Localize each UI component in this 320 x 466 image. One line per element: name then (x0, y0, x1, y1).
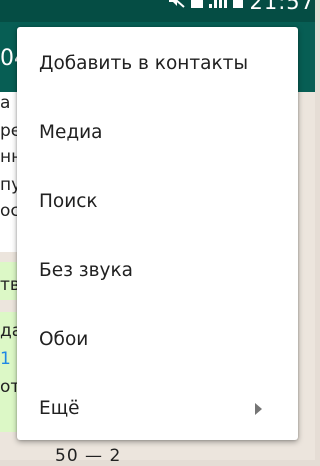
menu-item-search[interactable]: Поиск (17, 167, 298, 236)
date-divider-text: 50 — 2 (55, 446, 122, 466)
message-text: 1 (0, 349, 11, 369)
overflow-menu: Добавить в контакты Медиа Поиск Без звук… (17, 27, 298, 440)
status-bar: 21:57 (0, 0, 315, 22)
menu-item-label: Поиск (39, 191, 98, 212)
message-text: а (0, 93, 11, 113)
menu-item-mute[interactable]: Без звука (17, 236, 298, 305)
menu-item-add-to-contacts[interactable]: Добавить в контакты (17, 29, 298, 98)
menu-item-label: Медиа (39, 122, 103, 143)
menu-item-more[interactable]: Ещё (17, 374, 298, 443)
battery-icon (233, 0, 244, 12)
sim-icon (191, 0, 204, 12)
mute-icon (167, 0, 186, 12)
menu-item-media[interactable]: Медиа (17, 98, 298, 167)
menu-item-label: Добавить в контакты (39, 53, 249, 74)
menu-item-label: Без звука (39, 260, 133, 281)
status-icons: 21:57 (167, 0, 315, 14)
menu-item-wallpaper[interactable]: Обои (17, 305, 298, 374)
status-time: 21:57 (249, 0, 315, 14)
menu-item-label: Ещё (39, 398, 80, 419)
signal-icon (209, 0, 228, 12)
menu-item-label: Обои (39, 329, 89, 350)
submenu-arrow-icon (255, 403, 262, 415)
